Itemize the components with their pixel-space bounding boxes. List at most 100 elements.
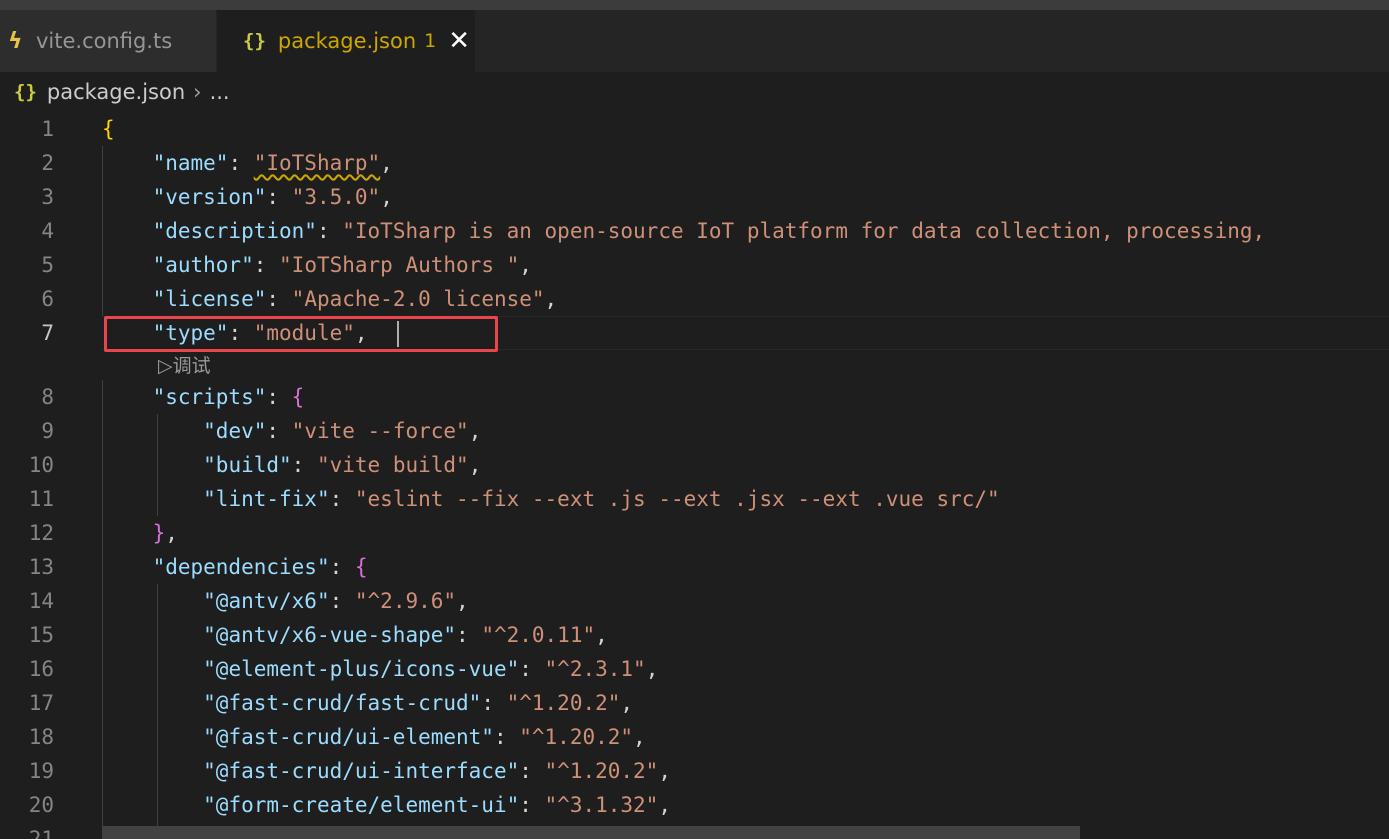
code-token: "@antv/x6" — [203, 589, 330, 613]
code-text: "@element-plus/icons-vue": "^2.3.1", — [102, 652, 658, 686]
breadcrumb-rest[interactable]: ... — [210, 80, 230, 104]
line-number: 4 — [41, 219, 54, 243]
code-line[interactable]: 9 "dev": "vite --force", — [0, 414, 1389, 448]
code-token: , — [658, 793, 671, 817]
tab-label: vite.config.ts — [36, 29, 173, 53]
line-number: 9 — [41, 419, 54, 443]
tab-bar: ϟ vite.config.ts {} package.json 1 ✕ — [0, 10, 1389, 72]
code-token: : — [316, 219, 343, 243]
code-token: "@form-create/element-ui" — [203, 793, 520, 817]
line-number: 14 — [28, 589, 54, 613]
debug-codelens[interactable]: ▷调试 — [158, 350, 211, 382]
line-number: 6 — [41, 287, 54, 311]
code-token: "vite build" — [316, 453, 469, 477]
code-token: : — [519, 759, 545, 783]
code-token: , — [658, 759, 671, 783]
line-number: 13 — [28, 555, 54, 579]
code-token: } — [152, 521, 166, 545]
code-token: , — [633, 725, 646, 749]
code-token: { — [354, 555, 368, 579]
code-line[interactable]: 16 "@element-plus/icons-vue": "^2.3.1", — [0, 652, 1389, 686]
code-text: { — [102, 112, 115, 146]
problem-count-badge: 1 — [424, 30, 437, 52]
code-token: , — [544, 287, 558, 311]
code-line[interactable]: 12 }, — [0, 516, 1389, 550]
code-token: : — [291, 453, 317, 477]
line-number: 18 — [28, 725, 54, 749]
code-line[interactable]: 6 "license": "Apache-2.0 license", — [0, 282, 1389, 316]
line-number: 5 — [41, 253, 54, 277]
json-braces-icon: {} — [243, 30, 266, 52]
code-line[interactable]: 15 "@antv/x6-vue-shape": "^2.0.11", — [0, 618, 1389, 652]
tab-label: package.json — [277, 29, 417, 53]
code-token: "^1.20.2" — [506, 691, 621, 715]
code-line[interactable]: 19 "@fast-crud/ui-interface": "^1.20.2", — [0, 754, 1389, 788]
annotation-highlight-box — [104, 316, 498, 352]
title-strip — [0, 0, 1389, 10]
code-text: "description": "IoTSharp is an open-sour… — [102, 214, 1266, 248]
code-line[interactable]: 4 "description": "IoTSharp is an open-so… — [0, 214, 1389, 248]
code-line[interactable]: 18 "@fast-crud/ui-element": "^1.20.2", — [0, 720, 1389, 754]
close-icon[interactable]: ✕ — [448, 28, 470, 54]
line-number: 1 — [41, 117, 54, 141]
line-number: 11 — [28, 487, 54, 511]
line-number: 7 — [41, 321, 54, 345]
code-token: "version" — [152, 185, 267, 209]
code-token: "@fast-crud/ui-interface" — [203, 759, 520, 783]
code-token: "Apache-2.0 license" — [291, 287, 545, 311]
code-line[interactable]: 17 "@fast-crud/fast-crud": "^1.20.2", — [0, 686, 1389, 720]
code-token: , — [645, 657, 659, 681]
code-text: "@fast-crud/fast-crud": "^1.20.2", — [102, 686, 633, 720]
code-text: "@antv/x6-vue-shape": "^2.0.11", — [102, 618, 608, 652]
code-token: : — [228, 151, 254, 175]
code-text: "scripts": { — [102, 380, 305, 414]
code-line[interactable]: 1{ — [0, 112, 1389, 146]
horizontal-scrollbar[interactable] — [102, 826, 1080, 839]
line-number: 16 — [28, 657, 54, 681]
breadcrumb-file[interactable]: package.json — [47, 80, 185, 104]
code-line[interactable]: 8 "scripts": { — [0, 380, 1389, 414]
json-braces-icon: {} — [14, 81, 37, 103]
code-token: "vite --force" — [291, 419, 469, 443]
code-line[interactable]: 14 "@antv/x6": "^2.9.6", — [0, 584, 1389, 618]
code-line[interactable]: 10 "build": "vite build", — [0, 448, 1389, 482]
editor-window: ϟ vite.config.ts {} package.json 1 ✕ {} … — [0, 0, 1389, 839]
code-token: , — [380, 185, 393, 209]
code-token: "license" — [152, 287, 267, 311]
code-token: "dependencies" — [152, 555, 330, 579]
code-token: "@element-plus/icons-vue" — [203, 657, 520, 681]
code-text: "license": "Apache-2.0 license", — [102, 282, 558, 316]
code-token: , — [468, 419, 482, 443]
code-line[interactable]: 2 "name": "IoTSharp", — [0, 146, 1389, 180]
code-line[interactable]: 5 "author": "IoTSharp Authors ", — [0, 248, 1389, 282]
tab-package-json[interactable]: {} package.json 1 ✕ — [217, 10, 475, 72]
line-number: 3 — [41, 185, 54, 209]
code-token: "^1.20.2" — [544, 759, 659, 783]
line-number: 19 — [28, 759, 54, 783]
code-line[interactable]: 20 "@form-create/element-ui": "^3.1.32", — [0, 788, 1389, 822]
code-line[interactable]: 11 "lint-fix": "eslint --fix --ext .js -… — [0, 482, 1389, 516]
code-token: "^2.9.6" — [354, 589, 457, 613]
code-text: "@fast-crud/ui-interface": "^1.20.2", — [102, 754, 671, 788]
code-text: "dev": "vite --force", — [102, 414, 481, 448]
code-token: : — [519, 657, 545, 681]
code-editor[interactable]: ▷调试 1{2 "name": "IoTSharp", 3 "version": … — [0, 112, 1389, 839]
text-cursor — [397, 321, 399, 347]
code-token: "^3.1.32" — [544, 793, 659, 817]
code-line[interactable]: 3 "version": "3.5.0", — [0, 180, 1389, 214]
code-token: "IoTSharp" — [253, 151, 381, 175]
code-line[interactable]: 13 "dependencies": { — [0, 550, 1389, 584]
tab-vite-config[interactable]: ϟ vite.config.ts — [0, 10, 217, 72]
code-text: "author": "IoTSharp Authors ", — [102, 248, 532, 282]
line-number: 21 — [28, 827, 54, 839]
code-text: "@fast-crud/ui-element": "^1.20.2", — [102, 720, 646, 754]
code-token: "^2.3.1" — [544, 657, 646, 681]
